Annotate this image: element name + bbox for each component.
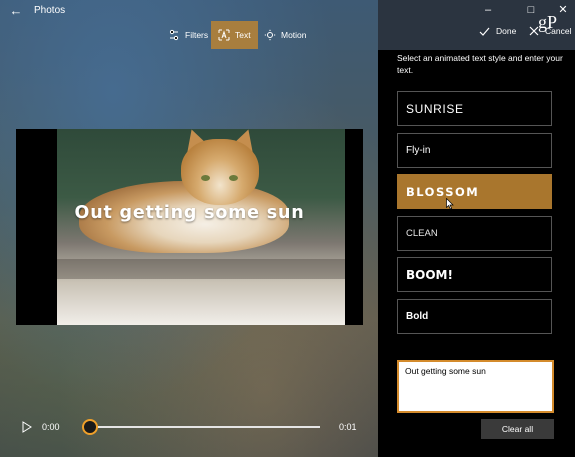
style-label: Bold [406, 311, 429, 322]
animated-text-overlay: Out getting some sun [74, 203, 305, 223]
style-label: BLOSSOM [406, 184, 480, 199]
minimize-icon[interactable]: – [477, 2, 499, 18]
video-preview[interactable]: Out getting some sun [16, 129, 363, 325]
panel-instruction: Select an animated text style and enter … [397, 53, 563, 75]
style-label: BOOM! [406, 267, 453, 282]
cancel-label: Cancel [545, 26, 572, 36]
filters-button[interactable]: Filters [168, 21, 208, 49]
style-bold[interactable]: Bold [397, 299, 552, 334]
motion-label: Motion [281, 30, 307, 40]
cancel-x-icon [529, 26, 539, 36]
style-boom[interactable]: BOOM! [397, 257, 552, 292]
filters-label: Filters [185, 30, 209, 40]
seek-track[interactable] [96, 426, 320, 428]
seek-thumb[interactable] [82, 419, 98, 435]
motion-button[interactable]: Motion [264, 21, 307, 49]
style-label: SUNRISE [406, 101, 464, 116]
style-blossom[interactable]: BLOSSOM [397, 174, 552, 209]
style-sunrise[interactable]: SUNRISE [397, 91, 552, 126]
back-arrow-icon[interactable]: ← [8, 3, 24, 19]
text-icon [218, 29, 230, 41]
style-label: CLEAN [406, 228, 438, 239]
done-label: Done [496, 26, 517, 36]
cat-photo [57, 129, 345, 325]
cancel-button[interactable]: Cancel [529, 26, 571, 36]
motion-icon [264, 29, 276, 41]
style-label: Fly-in [406, 145, 431, 156]
app-title: Photos [34, 5, 66, 16]
end-time: 0:01 [339, 422, 357, 432]
cat-head [181, 139, 259, 205]
checkmark-icon [479, 27, 490, 36]
play-icon[interactable] [22, 421, 32, 433]
style-fly-in[interactable]: Fly-in [397, 133, 552, 168]
text-button[interactable]: Text [211, 21, 258, 49]
clear-all-button[interactable]: Clear all [481, 419, 554, 439]
style-clean[interactable]: CLEAN [397, 216, 552, 251]
text-label: Text [235, 30, 251, 40]
text-entry-field[interactable]: Out getting some sun [397, 360, 554, 413]
mouse-pointer-icon [446, 198, 454, 210]
current-time: 0:00 [42, 422, 60, 432]
title-bar: ← Photos – □ ✕ [0, 0, 575, 22]
done-button[interactable]: Done [479, 26, 516, 36]
text-style-panel: Select an animated text style and enter … [378, 50, 575, 457]
filters-icon [169, 29, 179, 41]
